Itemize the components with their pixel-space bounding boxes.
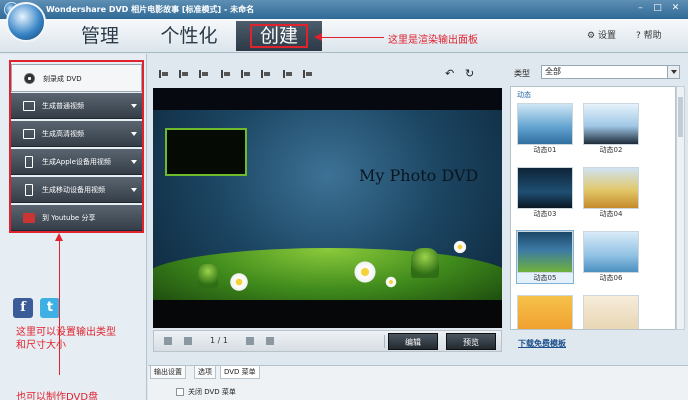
plant-decoration <box>198 264 218 288</box>
playback-bar: 1 / 1 编辑 预览 <box>153 330 502 352</box>
scrollbar-thumb[interactable] <box>678 97 683 137</box>
template-caption: 动态06 <box>599 274 623 282</box>
template-item[interactable] <box>517 295 573 329</box>
divider <box>384 335 385 348</box>
template-caption: 动态04 <box>599 210 623 218</box>
first-page-icon[interactable] <box>164 337 172 345</box>
template-thumbnail <box>517 167 573 209</box>
gear-icon: ⚙ <box>587 31 598 41</box>
window-title: Wondershare DVD 相片电影故事 [标准模式] - 未命名 <box>46 5 255 14</box>
chevron-down-icon[interactable] <box>667 66 679 78</box>
template-item[interactable] <box>583 295 639 329</box>
template-grid: 动态 动态01 动态02 动态03 动态04 动态05 动态06 <box>510 86 676 330</box>
template-thumbnail <box>517 231 573 273</box>
main-tab-bar: 管理 个性化 创建 <box>0 2 688 53</box>
plant-decoration <box>411 248 439 278</box>
annotation-make-dvd: 也可以制作DVD盘 <box>16 392 99 400</box>
page-indicator: 1 / 1 <box>210 336 228 345</box>
template-thumbnail <box>583 231 639 273</box>
title-bar: Wondershare DVD 相片电影故事 [标准模式] - 未命名 – □ … <box>0 0 688 19</box>
next-page-icon[interactable] <box>246 337 254 345</box>
preview-canvas[interactable]: My Photo DVD <box>153 88 502 328</box>
help-icon: ? <box>636 31 644 41</box>
minimize-button[interactable]: – <box>634 2 647 14</box>
template-caption: 动态02 <box>599 146 623 154</box>
distribute-icon[interactable] <box>282 69 293 79</box>
undo-icon[interactable]: ↶ <box>445 67 454 80</box>
template-thumbnail <box>517 103 573 145</box>
refresh-icon[interactable]: ↻ <box>465 67 474 80</box>
align-left-icon[interactable] <box>158 69 169 79</box>
template-thumbnail <box>583 103 639 145</box>
type-label: 类型 <box>514 69 530 78</box>
tab-create[interactable]: 创建 <box>236 21 322 51</box>
flower-decoration <box>385 276 397 288</box>
twitter-icon[interactable]: t <box>40 298 60 318</box>
annotation-arrow-line <box>318 37 384 38</box>
template-caption: 动态01 <box>533 146 557 154</box>
photo-frame-placeholder[interactable] <box>165 128 247 176</box>
template-thumbnail <box>583 167 639 209</box>
facebook-icon[interactable]: f <box>13 298 33 318</box>
flower-decoration <box>453 240 467 254</box>
tab-output-settings[interactable]: 输出设置 <box>150 366 186 379</box>
template-item[interactable]: 动态04 <box>583 167 639 219</box>
template-item[interactable]: 动态03 <box>517 167 573 219</box>
template-panel: 类型 全部 动态 动态01 动态02 动态03 动态04 动态05 动态06 下… <box>506 62 688 362</box>
template-thumbnail <box>517 295 573 329</box>
template-item[interactable]: 动态05 <box>516 230 574 284</box>
preview-title-text[interactable]: My Photo DVD <box>359 166 478 185</box>
tab-manage[interactable]: 管理 <box>62 21 138 51</box>
template-category: 动态 <box>517 91 531 99</box>
close-button[interactable]: ✕ <box>669 2 682 14</box>
settings-tab-area: 输出设置 选项 DVD 菜单 关闭 DVD 菜单 <box>148 365 688 400</box>
align-right-icon[interactable] <box>198 69 209 79</box>
close-dvd-menu-label: 关闭 DVD 菜单 <box>188 388 236 396</box>
prev-page-icon[interactable] <box>184 337 192 345</box>
preview-button[interactable]: 预览 <box>446 333 496 350</box>
tab-options[interactable]: 选项 <box>194 366 216 379</box>
template-item[interactable]: 动态02 <box>583 103 639 155</box>
annotation-arrow-line <box>59 235 60 375</box>
tab-personalize[interactable]: 个性化 <box>146 21 232 51</box>
template-caption: 动态05 <box>533 274 557 282</box>
type-select-value: 全部 <box>545 67 561 76</box>
last-page-icon[interactable] <box>266 337 274 345</box>
download-templates-link[interactable]: 下载免费模板 <box>518 338 566 349</box>
template-item[interactable]: 动态01 <box>517 103 573 155</box>
annotation-highlight-box <box>9 60 144 233</box>
tab-dvd-menu[interactable]: DVD 菜单 <box>220 366 260 379</box>
flower-decoration <box>229 272 249 292</box>
help-label: 帮助 <box>643 31 662 41</box>
align-center-icon[interactable] <box>178 69 189 79</box>
edit-button[interactable]: 编辑 <box>388 333 438 350</box>
annotation-render-panel: 这里是渲染输出面板 <box>388 35 478 46</box>
help-link[interactable]: ? 帮助 <box>636 28 662 41</box>
output-panel: 刻录成 DVD 生成普通视频 生成高清视频 生成Apple设备用视频 生成移动设… <box>0 54 147 400</box>
align-middle-icon[interactable] <box>240 69 251 79</box>
close-dvd-menu-checkbox[interactable] <box>176 388 184 396</box>
settings-link[interactable]: ⚙ 设置 <box>587 28 616 41</box>
align-toolbar: ↶ ↻ <box>152 64 502 84</box>
settings-label: 设置 <box>597 31 616 41</box>
annotation-output-type: 这里可以设置输出类型 和尺寸大小 <box>16 327 116 351</box>
maximize-button[interactable]: □ <box>651 2 664 14</box>
type-select[interactable]: 全部 <box>541 65 680 79</box>
distribute-vertical-icon[interactable] <box>302 69 313 79</box>
preview-letterbox-top <box>153 88 502 110</box>
template-caption: 动态03 <box>533 210 557 218</box>
template-thumbnail <box>583 295 639 329</box>
preview-letterbox-bottom <box>153 300 502 328</box>
dvd-logo-icon <box>6 2 46 42</box>
align-bottom-icon[interactable] <box>260 69 271 79</box>
template-scrollbar[interactable] <box>676 86 685 330</box>
template-item[interactable]: 动态06 <box>583 231 639 283</box>
flower-decoration <box>353 260 377 284</box>
annotation-arrow-icon <box>314 33 322 41</box>
annotation-highlight-box <box>250 24 308 48</box>
align-top-icon[interactable] <box>220 69 231 79</box>
